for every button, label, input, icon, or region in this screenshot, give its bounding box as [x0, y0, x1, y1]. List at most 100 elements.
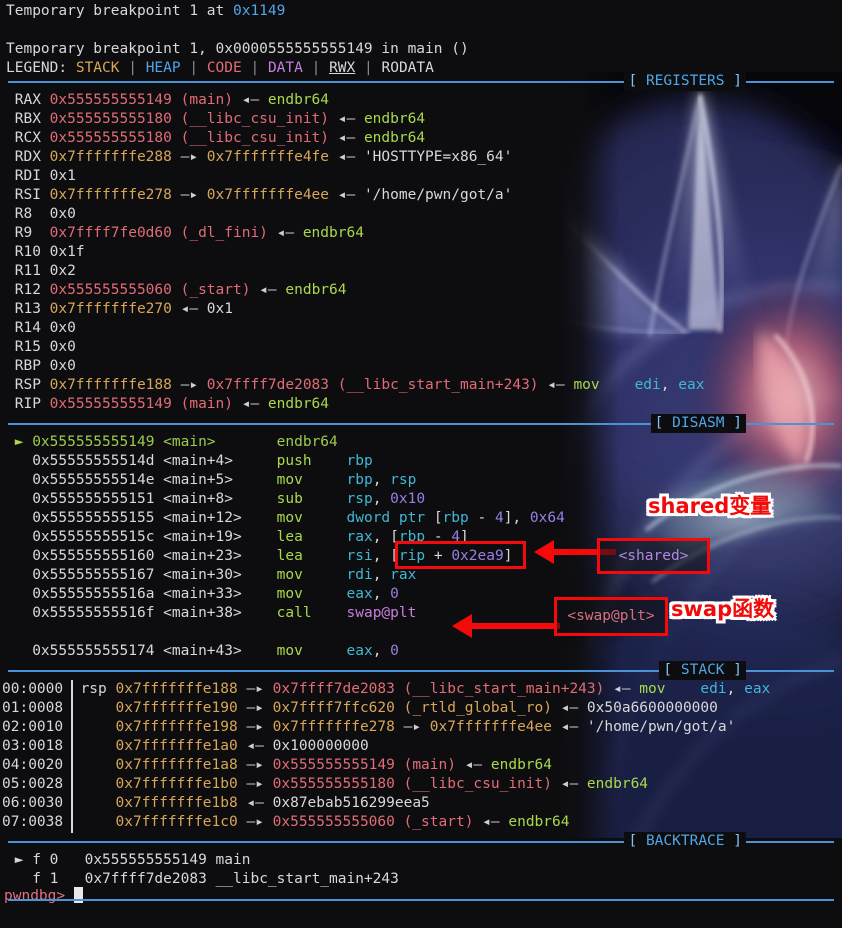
annotation-label-shared: <shared> [618, 547, 689, 564]
register-row-r11: R11 0x2 [6, 263, 76, 279]
register-row-rsp: RSP 0x7fffffffe188 —▸ 0x7ffff7de2083 (__… [6, 377, 705, 393]
disasm-row[interactable]: 0x555555555174 <main+43> mov eax, 0 [6, 642, 399, 661]
disasm-address: 0x55555555514d [32, 453, 164, 469]
backtrace-frame-index: f 1 [32, 871, 76, 887]
stack-offset: 00:0000 [2, 681, 64, 697]
disasm-row[interactable]: 0x55555555516f <main+38> call swap@plt [6, 604, 416, 623]
pwndbg-terminal[interactable]: Temporary breakpoint 1 at 0x1149 Temporar… [0, 0, 842, 928]
register-name: RAX [6, 92, 50, 108]
current-instruction-marker [6, 548, 32, 564]
annotation-box-shared: <shared> [597, 538, 710, 574]
current-instruction-marker [6, 453, 32, 469]
disasm-row[interactable]: 0x55555555514d <main+4> push rbp [6, 452, 373, 471]
current-instruction-marker [6, 472, 32, 488]
disasm-mnemonic: endbr64 [276, 434, 347, 450]
disasm-symbol: <main+33> [163, 586, 277, 602]
register-row-rdx: RDX 0x7fffffffe288 —▸ 0x7fffffffe4fe ◂— … [6, 149, 513, 165]
register-name: R9 [6, 225, 50, 241]
section-title-disasm: [ DISASM ] [650, 414, 746, 433]
section-title-text: STACK [680, 662, 725, 678]
current-instruction-marker [6, 643, 32, 659]
register-name: R8 [6, 206, 50, 222]
disasm-mnemonic: lea [276, 529, 347, 545]
register-row-rdi: RDI 0x1 [6, 168, 76, 184]
backtrace-row[interactable]: ► f 0 0x555555555149 main [6, 851, 251, 870]
disasm-row[interactable]: 0x555555555155 <main+12> mov dword ptr [… [6, 509, 565, 528]
disasm-row[interactable]: 0x55555555516a <main+33> mov eax, 0 [6, 585, 399, 604]
disasm-symbol: <main> [163, 434, 277, 450]
disasm-address: 0x55555555516a [32, 586, 164, 602]
register-name: RSI [6, 187, 50, 203]
register-row-r9: R9 0x7ffff7fe0d60 (_dl_fini) ◂— endbr64 [6, 225, 364, 241]
section-title-backtrace: [ BACKTRACE ] [624, 832, 746, 851]
register-name: RBP [6, 358, 50, 374]
section-title-registers: [ REGISTERS ] [624, 72, 746, 91]
disasm-row[interactable]: 0x555555555151 <main+8> sub rsp, 0x10 [6, 490, 425, 509]
disasm-symbol: <main+19> [163, 529, 277, 545]
backtrace-marker: ► [6, 852, 33, 868]
register-row-r8: R8 0x0 [6, 206, 76, 222]
backtrace-frame-index: f 0 [32, 852, 76, 868]
section-title-text: BACKTRACE [645, 833, 725, 849]
disasm-mnemonic: mov [276, 643, 347, 659]
disasm-mnemonic: push [276, 453, 347, 469]
register-name: R10 [6, 244, 50, 260]
disasm-address: 0x555555555174 [32, 643, 164, 659]
disasm-row[interactable]: 0x555555555167 <main+30> mov rdi, rax [6, 566, 416, 585]
disasm-address: 0x555555555160 [32, 548, 164, 564]
stack-row: 07:0038 0x7fffffffe1c0 —▸ 0x555555555060… [2, 814, 570, 830]
current-instruction-marker [6, 491, 32, 507]
annotation-box-swap: <swap@plt> [554, 597, 668, 636]
register-row-rcx: RCX 0x555555555180 (__libc_csu_init) ◂— … [6, 130, 426, 146]
stack-offset: 01:0008 [2, 700, 64, 716]
backtrace-address: 0x555555555149 [75, 852, 216, 868]
register-row-rbp: RBP 0x0 [6, 358, 76, 374]
disasm-mnemonic: mov [276, 472, 347, 488]
register-row-rax: RAX 0x555555555149 (main) ◂— endbr64 [6, 92, 330, 108]
disasm-row[interactable]: ► 0x555555555149 <main> endbr64 [6, 433, 347, 452]
stack-offset: 02:0010 [2, 719, 64, 735]
section-title-stack: [ STACK ] [659, 661, 746, 680]
disasm-address: 0x55555555515c [32, 529, 164, 545]
annotation-arrow-swap [452, 614, 560, 638]
register-name: R13 [6, 301, 50, 317]
backtrace-symbol: main [215, 852, 251, 868]
disasm-symbol: <main+5> [163, 472, 277, 488]
disasm-address: 0x555555555155 [32, 510, 164, 526]
disasm-row[interactable]: 0x55555555514e <main+5> mov rbp, rsp [6, 471, 416, 490]
stack-offset: 07:0038 [2, 814, 64, 830]
terminal-output-line: Temporary breakpoint 1, 0x00005555555551… [6, 41, 469, 57]
stack-offset: 04:0020 [2, 757, 64, 773]
register-name: R15 [6, 339, 50, 355]
register-name: R14 [6, 320, 50, 336]
register-name: RDI [6, 168, 50, 184]
disasm-symbol: <main+30> [163, 567, 277, 583]
section-separator-stack: [ STACK ] [0, 661, 842, 680]
register-name: RDX [6, 149, 50, 165]
disasm-mnemonic: sub [276, 491, 347, 507]
stack-row: 06:0030 0x7fffffffe1b8 ◂— 0x87ebab516299… [2, 795, 430, 811]
section-separator-backtrace: [ BACKTRACE ] [0, 832, 842, 851]
disasm-symbol: <main+38> [163, 605, 277, 621]
register-row-rsi: RSI 0x7fffffffe278 —▸ 0x7fffffffe4ee ◂— … [6, 187, 513, 203]
register-row-r13: R13 0x7fffffffe270 ◂— 0x1 [6, 301, 233, 317]
current-instruction-marker [6, 586, 32, 602]
stack-offset-divider [71, 680, 73, 833]
section-separator-registers: [ REGISTERS ] [0, 72, 842, 91]
backtrace-address: 0x7ffff7de2083 [75, 871, 216, 887]
disasm-mnemonic: mov [276, 567, 347, 583]
disasm-mnemonic: mov [276, 510, 347, 526]
annotation-label-swap: <swap@plt> [567, 608, 655, 624]
stack-row: 03:0018 0x7fffffffe1a0 ◂— 0x100000000 [2, 738, 369, 754]
stack-offset: 03:0018 [2, 738, 64, 754]
disasm-address: 0x555555555167 [32, 567, 164, 583]
disasm-symbol: <main+8> [163, 491, 277, 507]
current-instruction-marker [6, 529, 32, 545]
disasm-mnemonic: mov [276, 586, 347, 602]
annotation-caption-shared: shared变量 [648, 494, 772, 518]
disasm-symbol: <main+43> [163, 643, 277, 659]
section-separator-disasm: [ DISASM ] [0, 414, 842, 433]
register-name: RCX [6, 130, 50, 146]
highlight-box-rip-operand [395, 541, 526, 569]
stack-row: 04:0020 0x7fffffffe1a8 —▸ 0x555555555149… [2, 757, 552, 773]
